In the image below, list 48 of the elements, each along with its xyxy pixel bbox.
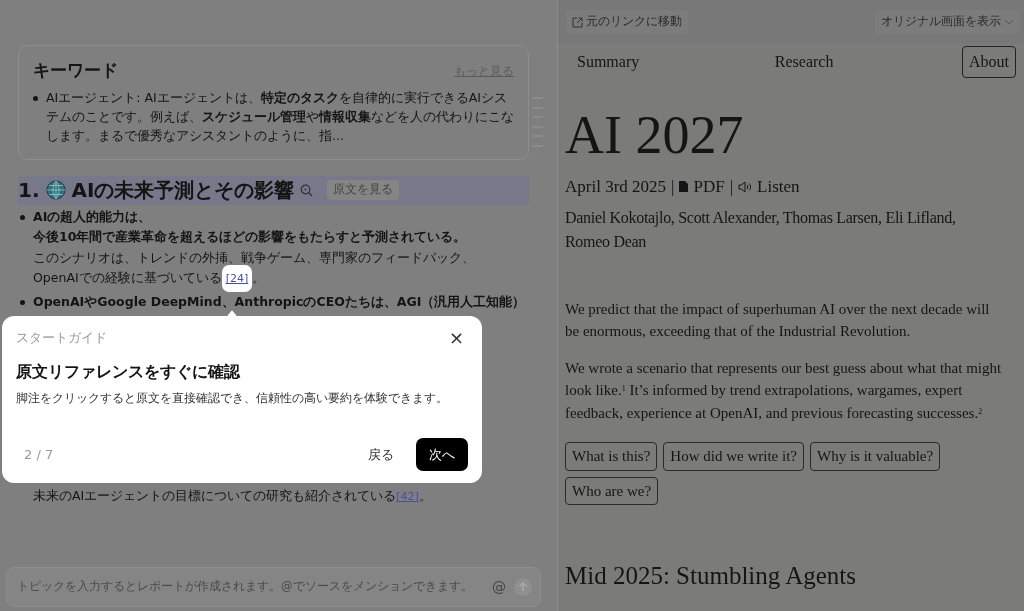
separator-text: |	[671, 176, 675, 198]
guide-label: スタートガイド	[16, 329, 107, 347]
bullet-dot	[20, 214, 25, 220]
step-counter: 2 / 7	[24, 445, 54, 464]
view-original-dropdown[interactable]: オリジナル画面を表示	[875, 10, 1020, 34]
bullet-text: 今後10年間で産業革命を超えるほどの影響をもたらすと予測されている。	[33, 228, 467, 246]
section-title: AIの未来予測とその影響	[71, 177, 295, 204]
external-link-icon	[572, 16, 583, 28]
bullet-text: このシナリオは、トレンドの外挿、戦争ゲーム、専門家のフィードバック、	[33, 248, 475, 267]
guide-title: 原文リファレンスをすぐに確認	[16, 360, 241, 383]
article-paragraph: We predict that the impact of superhuman AI over the next decade will be enormous, exceeding that of the Industrial Revolution.	[565, 299, 991, 341]
listen-link[interactable]: Listen	[757, 174, 800, 200]
section-heading: Mid 2025: Stumbling Agents	[565, 561, 857, 591]
nav-link[interactable]: Research	[767, 46, 841, 78]
question-button[interactable]: Why is it valuable?	[809, 442, 941, 471]
question-button[interactable]: What is this?	[565, 442, 658, 471]
guide-text: 脚注をクリックすると原文を直接確認でき、信頼性の高い要約を体験できます。	[16, 389, 449, 407]
speaker-icon	[738, 180, 753, 193]
article-paragraph: We wrote a scenario that represents our best guess about what that might look like.$^{1}$ It’s informed by trend extrapolations, wargames, expert feedback, experience at OpenAI, and previous forecasting successes.$^{2}$	[565, 358, 1002, 423]
send-icon[interactable]	[514, 578, 532, 596]
bullet-dot	[20, 299, 25, 305]
bullet-dot	[33, 95, 38, 101]
footnote-link[interactable]: [24]	[221, 265, 253, 292]
search-icon[interactable]	[300, 183, 314, 197]
open-link-button[interactable]: 元のリンクに移動	[566, 10, 688, 34]
question-button[interactable]: How did we write it?	[663, 442, 804, 471]
bullet-text: OpenAIでの経験に基づいている [24] 。	[33, 268, 266, 290]
back-button[interactable]: 戻る	[362, 443, 400, 465]
bullet-text: AIの超人的能力は、	[33, 207, 152, 226]
nav-link[interactable]: About	[962, 46, 1016, 78]
article-title: AI 2027	[565, 108, 745, 162]
next-button[interactable]: 次へ	[416, 437, 468, 471]
pdf-link[interactable]: PDF	[693, 174, 725, 200]
close-button[interactable]: ×	[444, 328, 468, 347]
keyword-title: キーワード	[33, 59, 118, 82]
bullet-text: OpenAIやGoogle DeepMind、AnthropicのCEOたちは、AGI（汎用人工知能）	[33, 292, 526, 311]
view-source-button[interactable]: 原文を見る	[327, 180, 400, 200]
section-number: 1.	[18, 177, 40, 204]
chevron-down-icon	[1004, 19, 1014, 25]
publish-date: April 3rd 2025	[565, 176, 667, 198]
nav-link[interactable]: Summary	[570, 46, 647, 78]
question-button[interactable]: Who are we?	[565, 476, 659, 505]
globe-icon	[45, 180, 66, 200]
author-list: Daniel Kokotajlo, Scott Alexander, Thomas Larsen, Eli Lifland, Romeo Dean	[565, 205, 1002, 254]
document-icon	[679, 181, 689, 193]
keyword-text: AIエージェント: AIエージェントは、特定のタスクを自律的に実行できるAIシステムのことです。例えば、スケジュール管理や情報収集などを人の代わりにこなします。まるで優秀なアシスタントのように、指...	[46, 88, 514, 145]
mention-button[interactable]: @	[492, 576, 506, 598]
separator-text: |	[729, 176, 734, 198]
